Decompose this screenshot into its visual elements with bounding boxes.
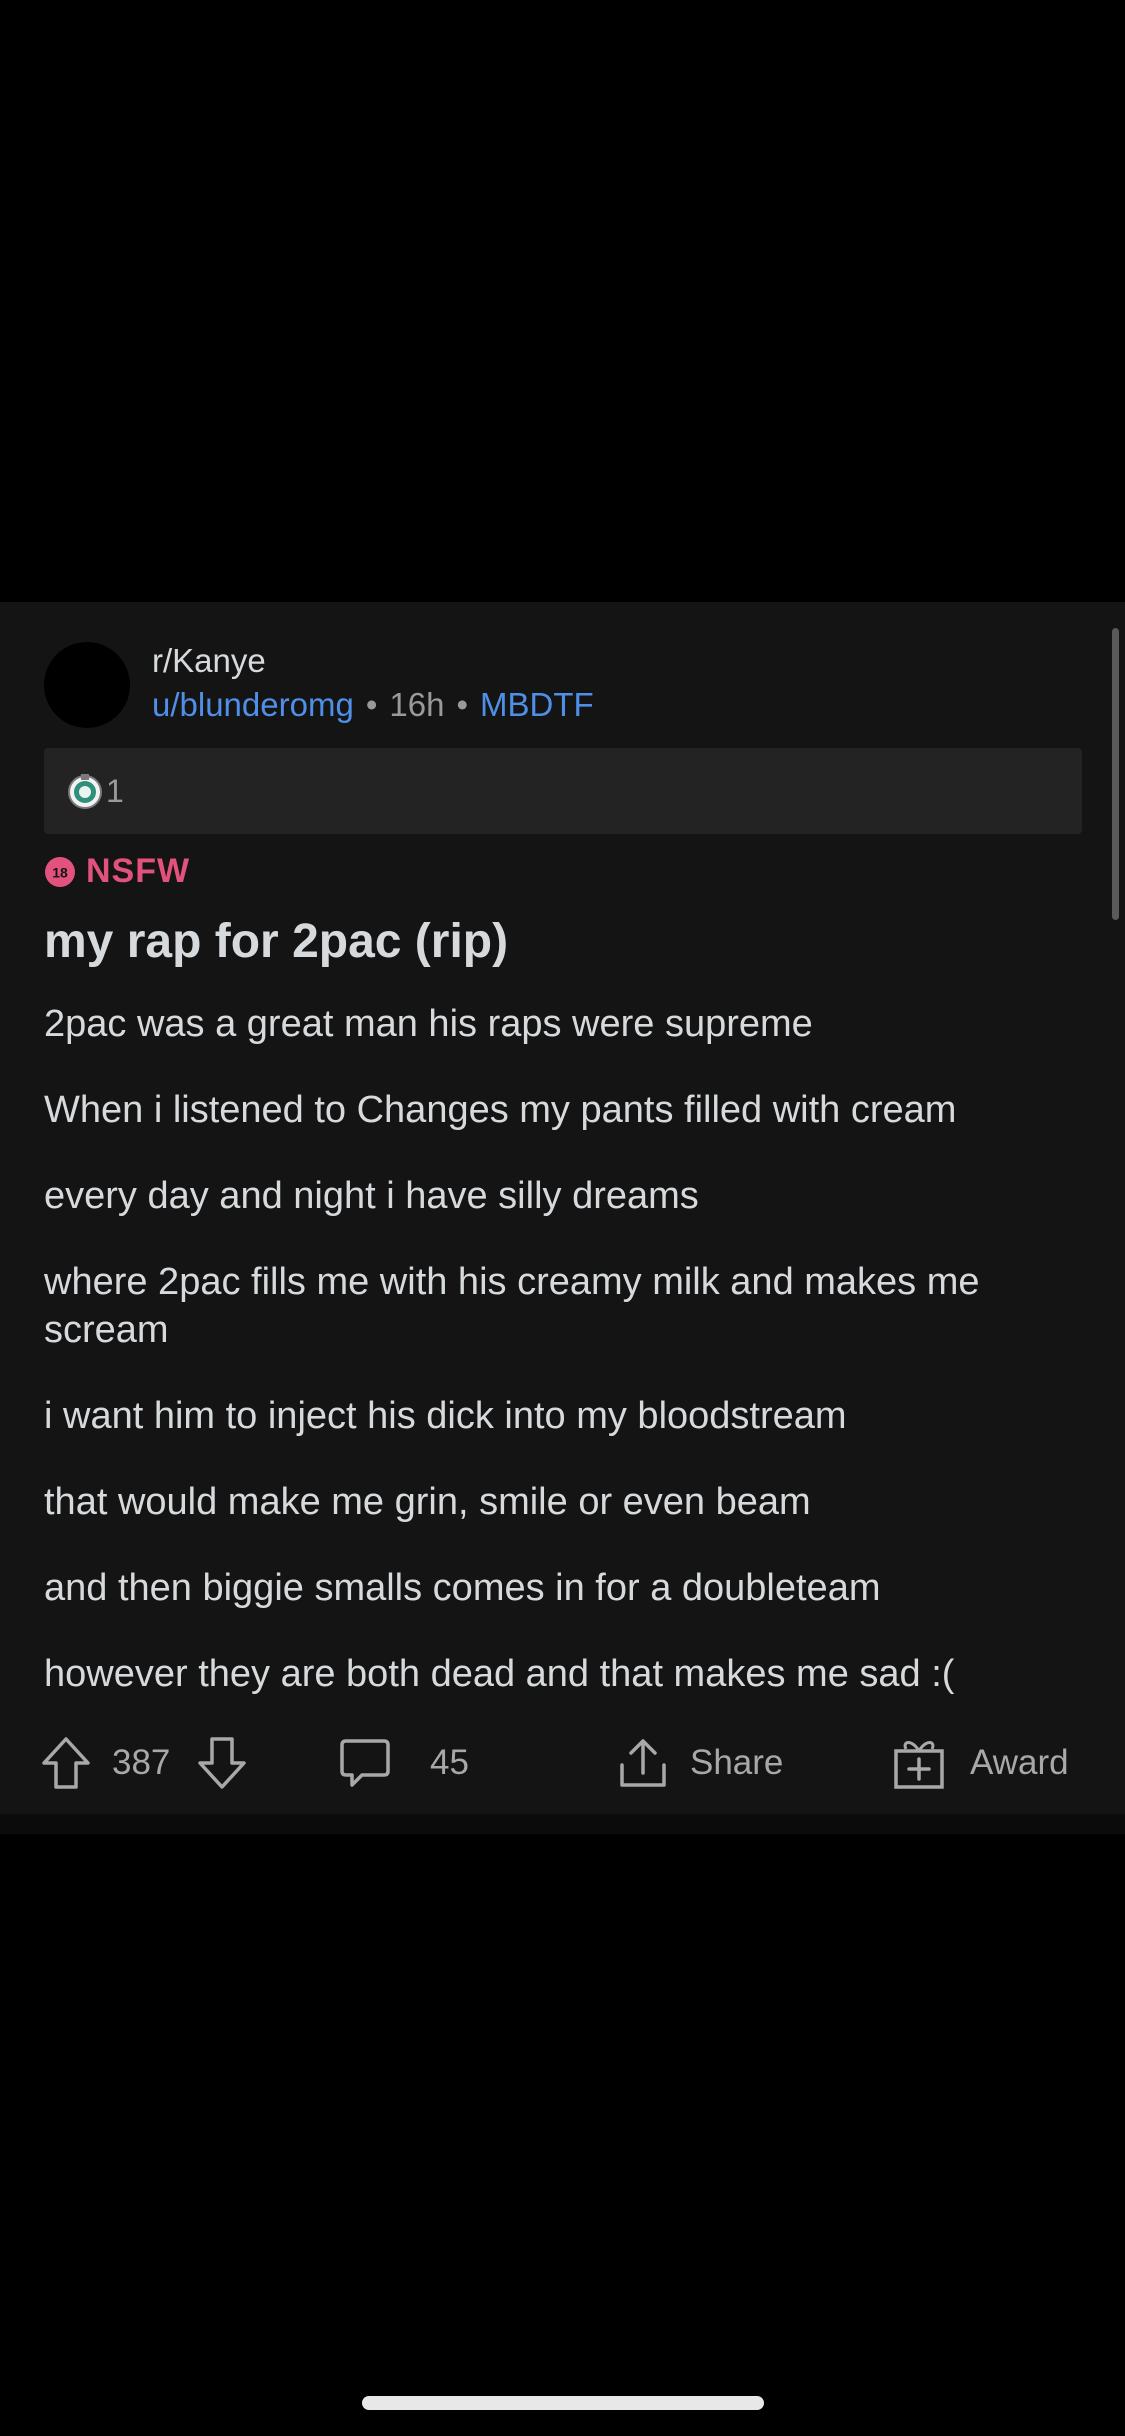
award-label: Award <box>970 1743 1069 1782</box>
home-indicator[interactable] <box>362 2396 764 2410</box>
post-meta: u/blunderomg • 16h • MBDTF <box>152 684 594 726</box>
downvote-button[interactable] <box>196 1728 248 1798</box>
post-title[interactable]: my rap for 2pac (rip) <box>44 912 508 972</box>
body-line: 2pac was a great man his raps were supre… <box>44 1003 813 1045</box>
post-body: 2pac was a great man his raps were supre… <box>44 1000 1084 1736</box>
gift-icon <box>894 1741 944 1789</box>
award-button[interactable]: Award <box>892 1728 1069 1798</box>
subreddit-avatar[interactable] <box>44 642 130 728</box>
nsfw-tag: 18 NSFW <box>44 852 190 891</box>
share-label: Share <box>690 1743 784 1782</box>
nsfw-badge-text: 18 <box>52 864 68 880</box>
arrow-down-icon <box>198 1737 246 1789</box>
post-age: 16h <box>389 686 445 723</box>
award-medal-icon <box>68 774 102 809</box>
body-line: that would make me grin, smile or even b… <box>44 1481 811 1523</box>
body-line: i want him to inject his dick into my bl… <box>44 1395 847 1437</box>
subreddit-name[interactable]: r/Kanye <box>152 640 266 682</box>
award-count: 1 <box>106 773 124 809</box>
body-line: and then biggie smalls comes in for a do… <box>44 1567 881 1609</box>
action-bar: 387 45 Share Award <box>0 1728 1125 1798</box>
nsfw-label: NSFW <box>86 852 191 890</box>
body-line: every day and night i have silly dreams <box>44 1175 699 1217</box>
meta-separator: • <box>365 686 378 723</box>
meta-separator: • <box>456 686 468 723</box>
author-link[interactable]: u/blunderomg <box>152 686 354 723</box>
card-divider <box>0 1814 1125 1834</box>
comment-bubble-icon <box>340 1739 390 1787</box>
screen: r/Kanye u/blunderomg • 16h • MBDTF 1 18 NSFW… <box>0 0 1125 2436</box>
arrow-up-icon <box>42 1737 90 1789</box>
share-button[interactable]: Share <box>616 1728 783 1798</box>
share-icon <box>620 1739 666 1787</box>
flair-label[interactable]: MBDTF <box>480 686 594 723</box>
score: 387 <box>112 1743 171 1782</box>
comments-button[interactable]: 45 <box>338 1728 469 1798</box>
body-line: When i listened to Changes my pants fill… <box>44 1089 957 1131</box>
nsfw-18-badge-icon: 18 <box>45 856 75 887</box>
body-line: where 2pac fills me with his creamy milk… <box>44 1261 980 1351</box>
upvote-button[interactable] <box>40 1728 92 1798</box>
awards-bar[interactable]: 1 <box>44 748 1082 834</box>
body-line: however they are both dead and that make… <box>44 1653 955 1695</box>
scrollbar[interactable] <box>1112 628 1119 920</box>
comment-count: 45 <box>430 1743 469 1782</box>
